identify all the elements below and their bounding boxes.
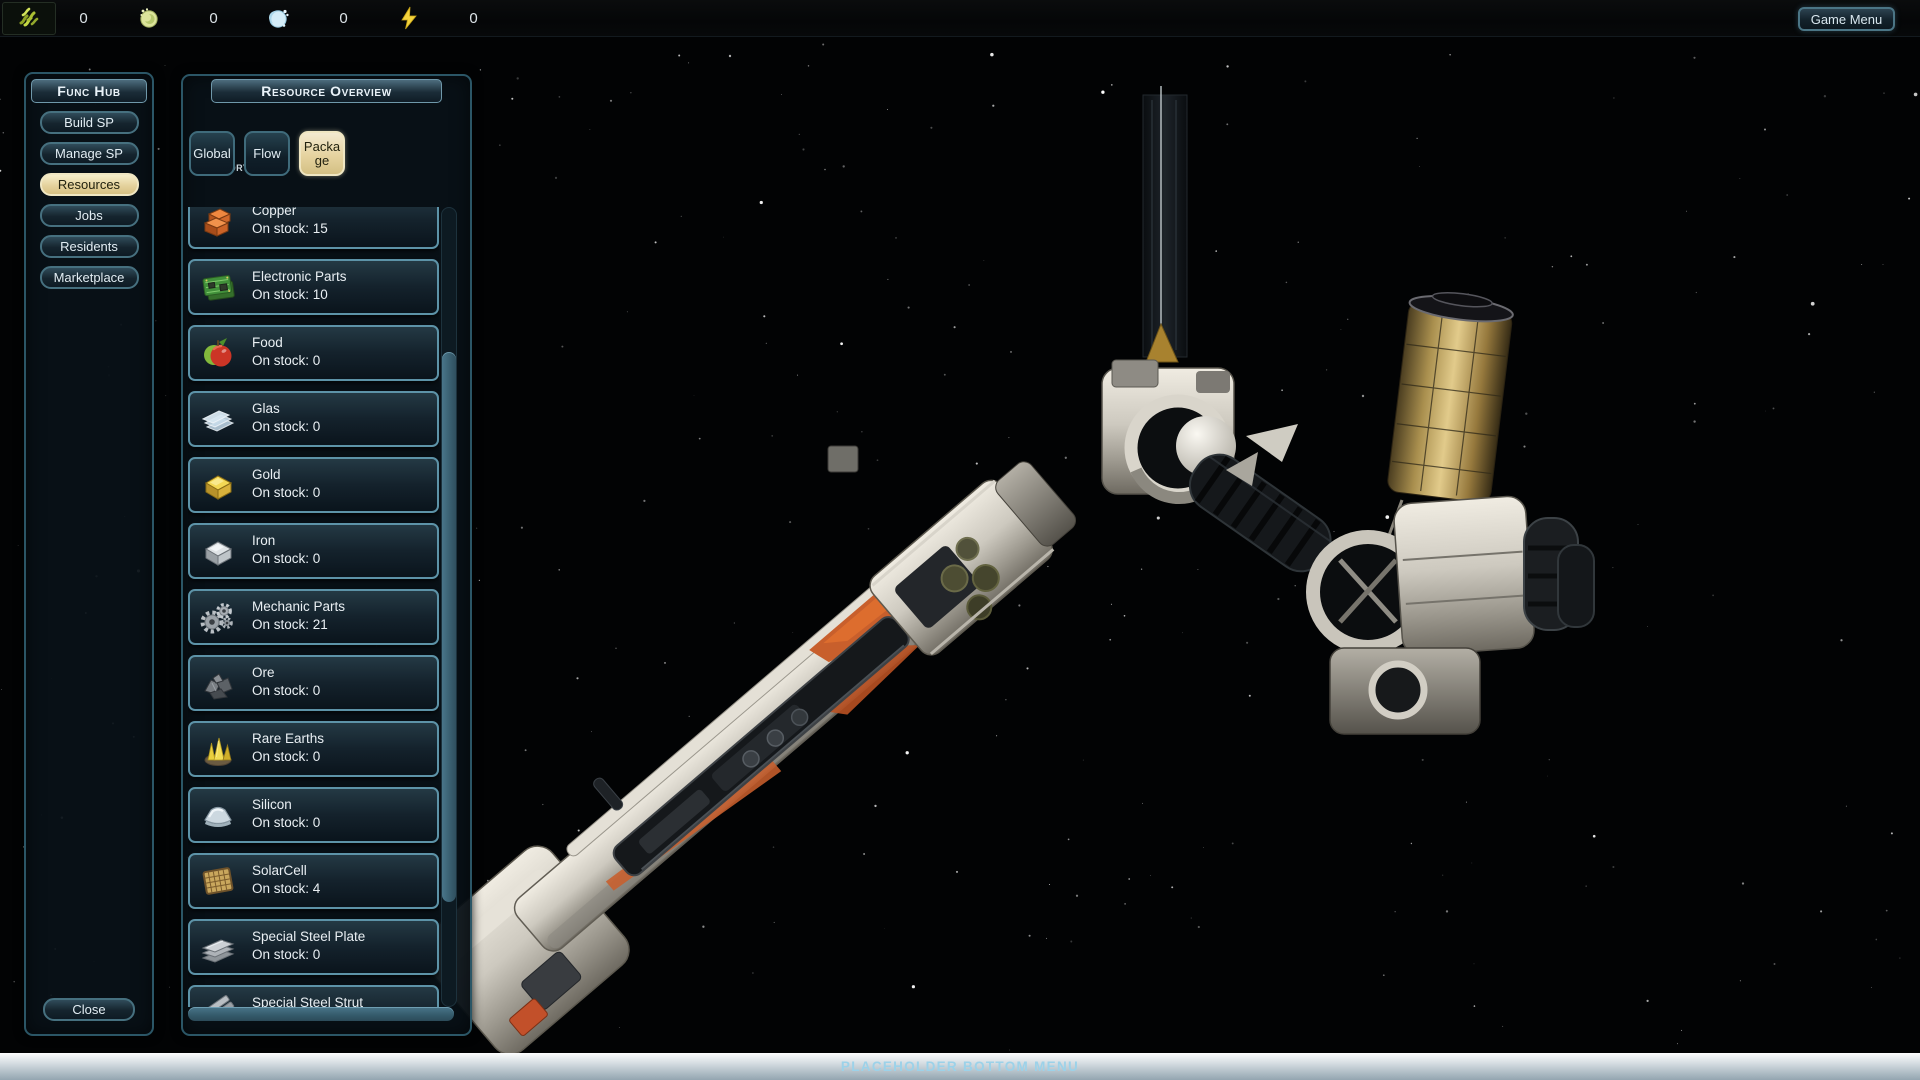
- resource-card-1[interactable]: Electronic Parts On stock: 10: [188, 259, 439, 315]
- resource-stock: On stock: 4: [252, 881, 320, 896]
- resource-stock: On stock: 10: [252, 287, 328, 302]
- resource-card-0[interactable]: Copper On stock: 15: [188, 207, 439, 249]
- rare-earth-crystals-icon: [197, 730, 239, 768]
- func-hub-item-1[interactable]: Manage SP: [40, 142, 139, 165]
- silicon-ingot-icon: [197, 796, 239, 834]
- resource-stock: On stock: 0: [252, 749, 320, 764]
- game-menu-button[interactable]: Game Menu: [1798, 7, 1895, 31]
- resource-name: Silicon: [252, 797, 292, 812]
- resource-name: Copper: [252, 207, 296, 218]
- counter-value: 0: [51, 0, 116, 36]
- counter-value: 0: [181, 0, 246, 36]
- func-hub-item-5[interactable]: Marketplace: [40, 266, 139, 289]
- resource-card-5[interactable]: Iron On stock: 0: [188, 523, 439, 579]
- bottom-menu-label: PLACEHOLDER BOTTOM MENU: [841, 1059, 1079, 1074]
- resource-overview-panel: Resource Overview Category Filter Global…: [181, 74, 472, 1036]
- category-filter-buttons: Global Flow Package: [189, 131, 345, 176]
- resource-stock: On stock: 0: [252, 815, 320, 830]
- func-hub-item-4[interactable]: Residents: [40, 235, 139, 258]
- circuit-board-icon: [197, 268, 239, 306]
- resource-stock: On stock: 21: [252, 617, 328, 632]
- top-resource-bar: 0 0 0 0 Game Menu: [0, 0, 1920, 37]
- resource-name: Iron: [252, 533, 275, 548]
- copper-ingot-icon: [197, 207, 239, 240]
- ore-rocks-icon: [197, 664, 239, 702]
- resource-name: Ore: [252, 665, 275, 680]
- solar-cell-icon: [197, 862, 239, 900]
- gold-ingot-icon: [197, 466, 239, 504]
- resource-name: Special Steel Strut: [252, 995, 363, 1007]
- horizontal-scrollbar-thumb[interactable]: [188, 1007, 454, 1021]
- resource-card-12[interactable]: Special Steel Strut On stock: 0: [188, 985, 439, 1007]
- resource-stock: On stock: 0: [252, 947, 320, 962]
- resource-name: Rare Earths: [252, 731, 324, 746]
- resource-card-11[interactable]: Special Steel Plate On stock: 0: [188, 919, 439, 975]
- resource-card-6[interactable]: Mechanic Parts On stock: 21: [188, 589, 439, 645]
- func-hub-panel: Func Hub Build SP Manage SP Resources Jo…: [24, 72, 154, 1036]
- gear-parts-icon: [197, 598, 239, 636]
- bio-cell-icon: [116, 0, 181, 36]
- resource-card-2[interactable]: Food On stock: 0: [188, 325, 439, 381]
- resource-list: Copper On stock: 15 Electronic Parts On …: [188, 207, 439, 1007]
- func-hub-item-0[interactable]: Build SP: [40, 111, 139, 134]
- resource-card-9[interactable]: Silicon On stock: 0: [188, 787, 439, 843]
- func-hub-buttons: Build SP Manage SP Resources Jobs Reside…: [26, 111, 152, 289]
- resource-name: Electronic Parts: [252, 269, 347, 284]
- resource-card-10[interactable]: SolarCell On stock: 4: [188, 853, 439, 909]
- resource-name: Food: [252, 335, 283, 350]
- apple-food-icon: [197, 334, 239, 372]
- resource-list-viewport: Copper On stock: 15 Electronic Parts On …: [188, 207, 439, 1007]
- resource-card-8[interactable]: Rare Earths On stock: 0: [188, 721, 439, 777]
- resource-card-4[interactable]: Gold On stock: 0: [188, 457, 439, 513]
- resource-stock: On stock: 0: [252, 353, 320, 368]
- resource-stock: On stock: 0: [252, 419, 320, 434]
- resource-name: Special Steel Plate: [252, 929, 365, 944]
- counter-value: 0: [441, 0, 506, 36]
- water-orb-icon: [246, 0, 311, 36]
- glass-panes-icon: [197, 400, 239, 438]
- resource-name: Gold: [252, 467, 281, 482]
- filter-button-1[interactable]: Flow: [244, 131, 290, 176]
- iron-ingot-icon: [197, 532, 239, 570]
- steel-plate-icon: [197, 928, 239, 966]
- resource-stock: On stock: 0: [252, 551, 320, 566]
- bottom-menu-bar: PLACEHOLDER BOTTOM MENU: [0, 1053, 1920, 1080]
- resource-name: Mechanic Parts: [252, 599, 345, 614]
- func-hub-title: Func Hub: [31, 79, 147, 103]
- filter-button-0[interactable]: Global: [189, 131, 235, 176]
- filter-button-2[interactable]: Package: [299, 131, 345, 176]
- resource-overview-title: Resource Overview: [211, 79, 442, 103]
- resource-counters: 0 0 0 0: [51, 0, 506, 36]
- counter-value: 0: [311, 0, 376, 36]
- steel-strut-icon: [197, 994, 239, 1007]
- energy-bolt-icon: [376, 0, 441, 36]
- resource-stock: On stock: 15: [252, 221, 328, 236]
- resource-stock: On stock: 0: [252, 485, 320, 500]
- terraform-waves-box: [2, 2, 56, 35]
- resource-name: SolarCell: [252, 863, 307, 878]
- terraform-waves-icon: [15, 3, 43, 34]
- resource-stock: On stock: 0: [252, 683, 320, 698]
- func-hub-item-3[interactable]: Jobs: [40, 204, 139, 227]
- close-button[interactable]: Close: [43, 998, 135, 1021]
- resource-name: Glas: [252, 401, 280, 416]
- func-hub-item-2[interactable]: Resources: [40, 173, 139, 196]
- resource-card-3[interactable]: Glas On stock: 0: [188, 391, 439, 447]
- resource-card-7[interactable]: Ore On stock: 0: [188, 655, 439, 711]
- vertical-scrollbar-thumb[interactable]: [442, 352, 456, 902]
